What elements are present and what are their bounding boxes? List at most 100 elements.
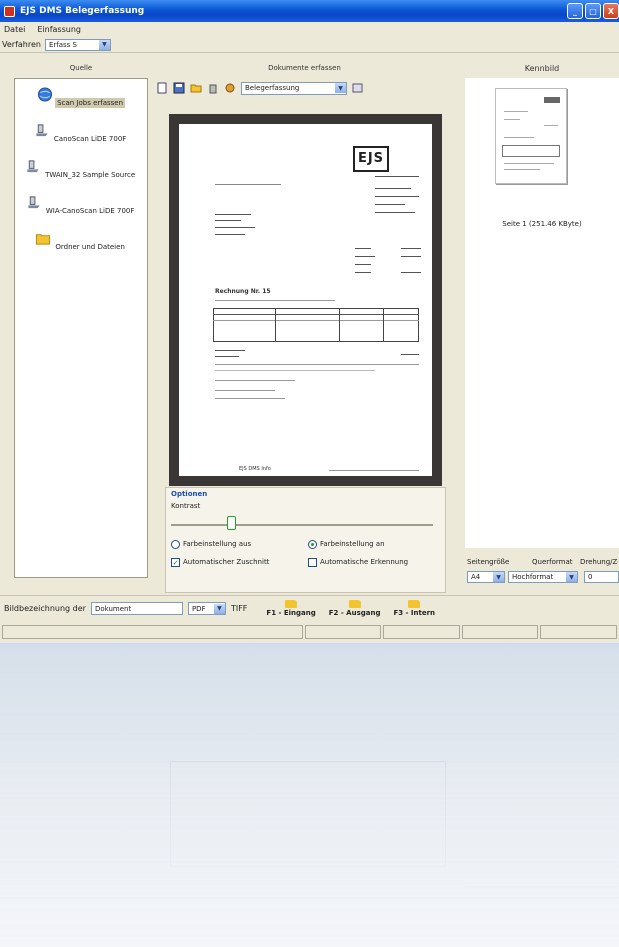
delete-icon[interactable] bbox=[207, 82, 219, 94]
status-cell bbox=[2, 625, 303, 639]
app-icon bbox=[4, 5, 15, 17]
f1-button[interactable]: F1 - Eingang bbox=[266, 600, 316, 617]
source-item-wia[interactable]: WIA-CanoScan LiDE 700F bbox=[15, 195, 147, 216]
profile-select[interactable]: Belegerfassung ▼ bbox=[241, 81, 347, 95]
source-label: CanoScan LiDE 700F bbox=[53, 135, 127, 143]
bottom-bar: Bildbezeichnung der Dokument PDF ▼ TIFF … bbox=[0, 595, 619, 621]
kennbild-header: Kennbild bbox=[524, 64, 560, 73]
window-controls: _ □ X bbox=[567, 3, 619, 19]
orientation-select[interactable]: Hochformat ▼ bbox=[508, 571, 578, 583]
chevron-down-icon: ▼ bbox=[493, 572, 504, 582]
document-preview[interactable]: EJS Rechnung Nr. 15 EJS DMS Info bbox=[179, 124, 432, 476]
source-list: Scan Jobs erfassen CanoScan LiDE 700F TW… bbox=[14, 78, 148, 578]
image-name-label: Bildbezeichnung der bbox=[4, 604, 86, 613]
settings-icon[interactable] bbox=[224, 82, 236, 94]
close-button[interactable]: X bbox=[603, 3, 619, 19]
format-select[interactable]: PDF ▼ bbox=[187, 602, 226, 615]
f1-label: F1 - Eingang bbox=[266, 609, 316, 617]
title-bar: EJS DMS Belegerfassung _ □ X bbox=[0, 0, 619, 22]
source-label: Ordner und Dateien bbox=[55, 243, 125, 251]
contrast-label: Kontrast bbox=[171, 502, 201, 510]
preview-toolbar: Belegerfassung ▼ bbox=[153, 80, 456, 96]
tiff-label: TIFF bbox=[230, 604, 248, 613]
status-cell bbox=[461, 625, 539, 639]
mode-bar: Verfahren Erfass S ▼ bbox=[0, 37, 619, 53]
window-reflection bbox=[0, 647, 619, 947]
page-thumbnail[interactable] bbox=[495, 88, 567, 184]
source-header: Quelle bbox=[69, 64, 93, 72]
radio-color-off[interactable] bbox=[171, 540, 180, 549]
contrast-slider-thumb[interactable] bbox=[226, 516, 236, 530]
app-window: EJS DMS Belegerfassung _ □ X Datei Einfa… bbox=[0, 0, 619, 643]
chevron-down-icon: ▼ bbox=[566, 572, 577, 582]
paper-size-label: Seitengröße bbox=[467, 558, 510, 566]
status-cell bbox=[383, 625, 460, 639]
source-item-folders[interactable]: Ordner und Dateien bbox=[15, 231, 147, 252]
checkbox-auto-detect-label: Automatische Erkennung bbox=[320, 558, 409, 566]
menu-einfassung[interactable]: Einfassung bbox=[37, 25, 81, 34]
source-label: Scan Jobs erfassen bbox=[55, 98, 126, 108]
open-folder-icon[interactable] bbox=[190, 82, 202, 94]
source-item-canoscan[interactable]: CanoScan LiDE 700F bbox=[15, 123, 147, 144]
source-item-twain[interactable]: TWAIN_32 Sample Source bbox=[15, 159, 147, 180]
status-cell bbox=[304, 625, 382, 639]
status-bar bbox=[0, 623, 619, 643]
rotation-label: Drehung/Zeile bbox=[580, 558, 618, 566]
status-cell bbox=[540, 625, 617, 639]
source-label: WIA-CanoScan LiDE 700F bbox=[45, 207, 135, 215]
radio-color-on-label: Farbeinstellung an bbox=[320, 540, 385, 548]
document-logo: EJS bbox=[353, 146, 389, 172]
mode-label: Verfahren bbox=[2, 40, 41, 49]
options-panel: Optionen Kontrast Farbeinstellung aus Fa… bbox=[165, 487, 446, 593]
folder-icon bbox=[348, 600, 361, 608]
document-area: Belegerfassung ▼ EJS Rechnung Nr. 15 EJS… bbox=[153, 78, 456, 593]
source-label: TWAIN_32 Sample Source bbox=[45, 171, 136, 179]
checkbox-auto-crop[interactable]: ✓ bbox=[171, 558, 180, 567]
folder-icon bbox=[285, 600, 298, 608]
window-title: EJS DMS Belegerfassung bbox=[20, 6, 145, 16]
profile-select-value: Belegerfassung bbox=[245, 84, 300, 92]
document-heading: Rechnung Nr. 15 bbox=[215, 288, 271, 295]
paper-size-select[interactable]: A4 ▼ bbox=[467, 571, 505, 583]
f2-button[interactable]: F2 - Ausgang bbox=[328, 600, 381, 617]
scanner-icon bbox=[27, 196, 40, 209]
new-document-icon[interactable] bbox=[156, 82, 168, 94]
scanner-icon bbox=[36, 124, 48, 137]
checkbox-auto-detect[interactable] bbox=[308, 558, 317, 567]
menu-datei[interactable]: Datei bbox=[4, 25, 25, 34]
rotation-value: 0 bbox=[588, 573, 593, 581]
scanner-icon bbox=[27, 160, 39, 173]
contrast-slider-track[interactable] bbox=[171, 524, 433, 526]
globe-icon bbox=[37, 87, 52, 102]
edit-icon[interactable] bbox=[352, 82, 364, 94]
center-header: Dokumente erfassen bbox=[268, 64, 341, 72]
chevron-down-icon: ▼ bbox=[98, 39, 110, 50]
image-name-value: Dokument bbox=[94, 604, 132, 613]
thumbnail-caption: Seite 1 (251.46 KByte) bbox=[502, 220, 582, 228]
chevron-down-icon: ▼ bbox=[335, 83, 346, 93]
radio-color-off-label: Farbeinstellung aus bbox=[183, 540, 252, 548]
orientation-value: Hochformat bbox=[512, 573, 554, 581]
minimize-button[interactable]: _ bbox=[567, 3, 583, 19]
chevron-down-icon: ▼ bbox=[213, 603, 225, 614]
radio-color-on[interactable] bbox=[308, 540, 317, 549]
folder-icon bbox=[408, 600, 421, 608]
rotation-input[interactable]: 0 bbox=[584, 571, 619, 583]
paper-size-value: A4 bbox=[471, 573, 481, 581]
folder-icon bbox=[36, 234, 51, 245]
f3-label: F3 - Intern bbox=[393, 609, 436, 617]
kennbild-panel: Seite 1 (251.46 KByte) bbox=[465, 78, 619, 548]
image-name-input[interactable]: Dokument bbox=[90, 602, 183, 615]
document-footer: EJS DMS Info bbox=[239, 466, 271, 472]
source-item-scan-jobs[interactable]: Scan Jobs erfassen bbox=[15, 87, 147, 108]
mode-select-value: Erfass S bbox=[48, 40, 77, 49]
mode-select[interactable]: Erfass S ▼ bbox=[44, 38, 111, 51]
format-value: PDF bbox=[191, 604, 206, 613]
menu-bar: Datei Einfassung bbox=[0, 22, 619, 36]
checkbox-auto-crop-label: Automatischer Zuschnitt bbox=[183, 558, 270, 566]
f2-label: F2 - Ausgang bbox=[328, 609, 381, 617]
save-icon[interactable] bbox=[173, 82, 185, 94]
orientation-label: Querformat bbox=[532, 558, 573, 566]
maximize-button[interactable]: □ bbox=[585, 3, 601, 19]
f3-button[interactable]: F3 - Intern bbox=[393, 600, 435, 617]
